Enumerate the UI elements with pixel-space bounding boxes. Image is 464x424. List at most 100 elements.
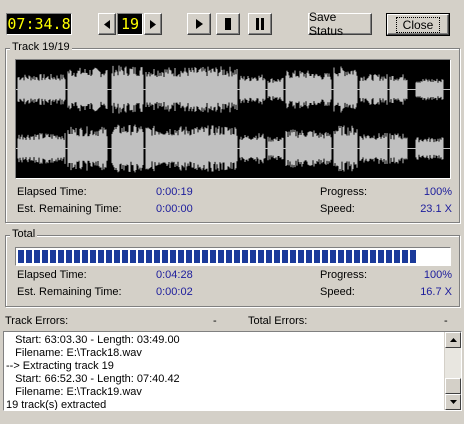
save-status-button[interactable]: Save Status xyxy=(308,10,372,38)
log-text-area: Start: 63:03.30 - Length: 03:49.00 Filen… xyxy=(6,334,441,410)
next-track-button[interactable] xyxy=(144,13,162,35)
progress-block xyxy=(90,250,96,263)
log-line: Start: 63:03.30 - Length: 03:49.00 xyxy=(6,334,180,346)
progress-block xyxy=(234,250,240,263)
progress-block xyxy=(42,250,48,263)
progress-block xyxy=(170,250,176,263)
track-remaining-label: Est. Remaining Time: xyxy=(17,203,122,215)
log-line: Filename: E:\Track19.wav xyxy=(6,386,142,398)
progress-block xyxy=(290,250,296,263)
progress-block xyxy=(114,250,120,263)
total-progress-label: Progress: xyxy=(320,269,368,281)
progress-block xyxy=(314,250,320,263)
pause-icon xyxy=(256,18,264,30)
total-errors-value: - xyxy=(444,315,448,327)
close-label: Close xyxy=(395,16,441,33)
scroll-up-icon xyxy=(449,338,457,342)
progress-block xyxy=(330,250,336,263)
track-remaining-value: 0:00:00 xyxy=(156,203,193,215)
time-display: 07:34.8 xyxy=(6,13,72,35)
total-progress-bar xyxy=(15,247,451,266)
progress-block xyxy=(74,250,80,263)
track-elapsed-label: Elapsed Time: xyxy=(17,186,87,198)
next-track-icon xyxy=(150,19,156,29)
progress-block xyxy=(210,250,216,263)
progress-block xyxy=(26,250,32,263)
scroll-down-button[interactable] xyxy=(445,394,461,410)
total-elapsed-value: 0:04:28 xyxy=(156,269,193,281)
log-scrollbar[interactable] xyxy=(444,332,461,410)
progress-block xyxy=(346,250,352,263)
prev-track-button[interactable] xyxy=(98,13,116,35)
total-errors-label: Total Errors: xyxy=(248,315,308,327)
scroll-up-button[interactable] xyxy=(445,332,461,348)
log-line: Filename: E:\Track18.wav xyxy=(6,347,142,359)
track-speed-value: 23.1 X xyxy=(420,203,452,215)
progress-block xyxy=(298,250,304,263)
log-line: Start: 66:52.30 - Length: 07:40.42 xyxy=(6,373,180,385)
progress-block xyxy=(306,250,312,263)
stop-icon xyxy=(225,18,231,30)
stop-button[interactable] xyxy=(216,13,240,35)
track-number-display: 19 xyxy=(117,13,143,35)
progress-block xyxy=(186,250,192,263)
progress-block xyxy=(378,250,384,263)
progress-block xyxy=(98,250,104,263)
waveform-graphic xyxy=(16,65,450,173)
log-window[interactable]: Start: 63:03.30 - Length: 03:49.00 Filen… xyxy=(3,331,462,411)
progress-block xyxy=(202,250,208,263)
total-elapsed-label: Elapsed Time: xyxy=(17,269,87,281)
progress-block xyxy=(162,250,168,263)
progress-block xyxy=(66,250,72,263)
progress-block xyxy=(354,250,360,263)
play-button[interactable] xyxy=(187,13,211,35)
progress-block xyxy=(18,250,24,263)
total-speed-label: Speed: xyxy=(320,286,355,298)
total-speed-value: 16.7 X xyxy=(420,286,452,298)
progress-block xyxy=(226,250,232,263)
progress-block xyxy=(50,250,56,263)
progress-block xyxy=(410,250,416,263)
progress-block xyxy=(370,250,376,263)
progress-block xyxy=(338,250,344,263)
total-remaining-label: Est. Remaining Time: xyxy=(17,286,122,298)
progress-block xyxy=(82,250,88,263)
progress-block xyxy=(322,250,328,263)
pause-button[interactable] xyxy=(248,13,272,35)
track-progress-value: 100% xyxy=(423,186,452,198)
progress-block xyxy=(402,250,408,263)
progress-block xyxy=(362,250,368,263)
progress-block xyxy=(58,250,64,263)
waveform-display xyxy=(15,59,451,179)
progress-block xyxy=(154,250,160,263)
scroll-thumb[interactable] xyxy=(445,378,461,394)
track-number-text: 19 xyxy=(120,15,140,33)
progress-block xyxy=(282,250,288,263)
progress-block xyxy=(194,250,200,263)
time-display-text: 07:34.8 xyxy=(7,15,71,33)
play-icon xyxy=(195,19,203,29)
close-button[interactable]: Close xyxy=(386,13,450,36)
scroll-down-icon xyxy=(449,400,457,404)
track-errors-label: Track Errors: xyxy=(5,315,69,327)
track-errors-value: - xyxy=(213,315,217,327)
save-status-label: Save Status xyxy=(309,10,344,38)
progress-block xyxy=(178,250,184,263)
total-progress-value: 100% xyxy=(423,269,452,281)
track-elapsed-value: 0:00:19 xyxy=(156,186,193,198)
progress-block xyxy=(274,250,280,263)
progress-block xyxy=(394,250,400,263)
progress-block xyxy=(122,250,128,263)
progress-block xyxy=(138,250,144,263)
track-group-title: Track 19/19 xyxy=(10,41,72,53)
progress-block xyxy=(386,250,392,263)
progress-block xyxy=(130,250,136,263)
progress-block xyxy=(266,250,272,263)
progress-block xyxy=(34,250,40,263)
track-speed-label: Speed: xyxy=(320,203,355,215)
progress-block xyxy=(258,250,264,263)
log-line: --> Extracting track 19 xyxy=(6,360,114,372)
progress-block xyxy=(146,250,152,263)
track-progress-label: Progress: xyxy=(320,186,368,198)
progress-block xyxy=(106,250,112,263)
